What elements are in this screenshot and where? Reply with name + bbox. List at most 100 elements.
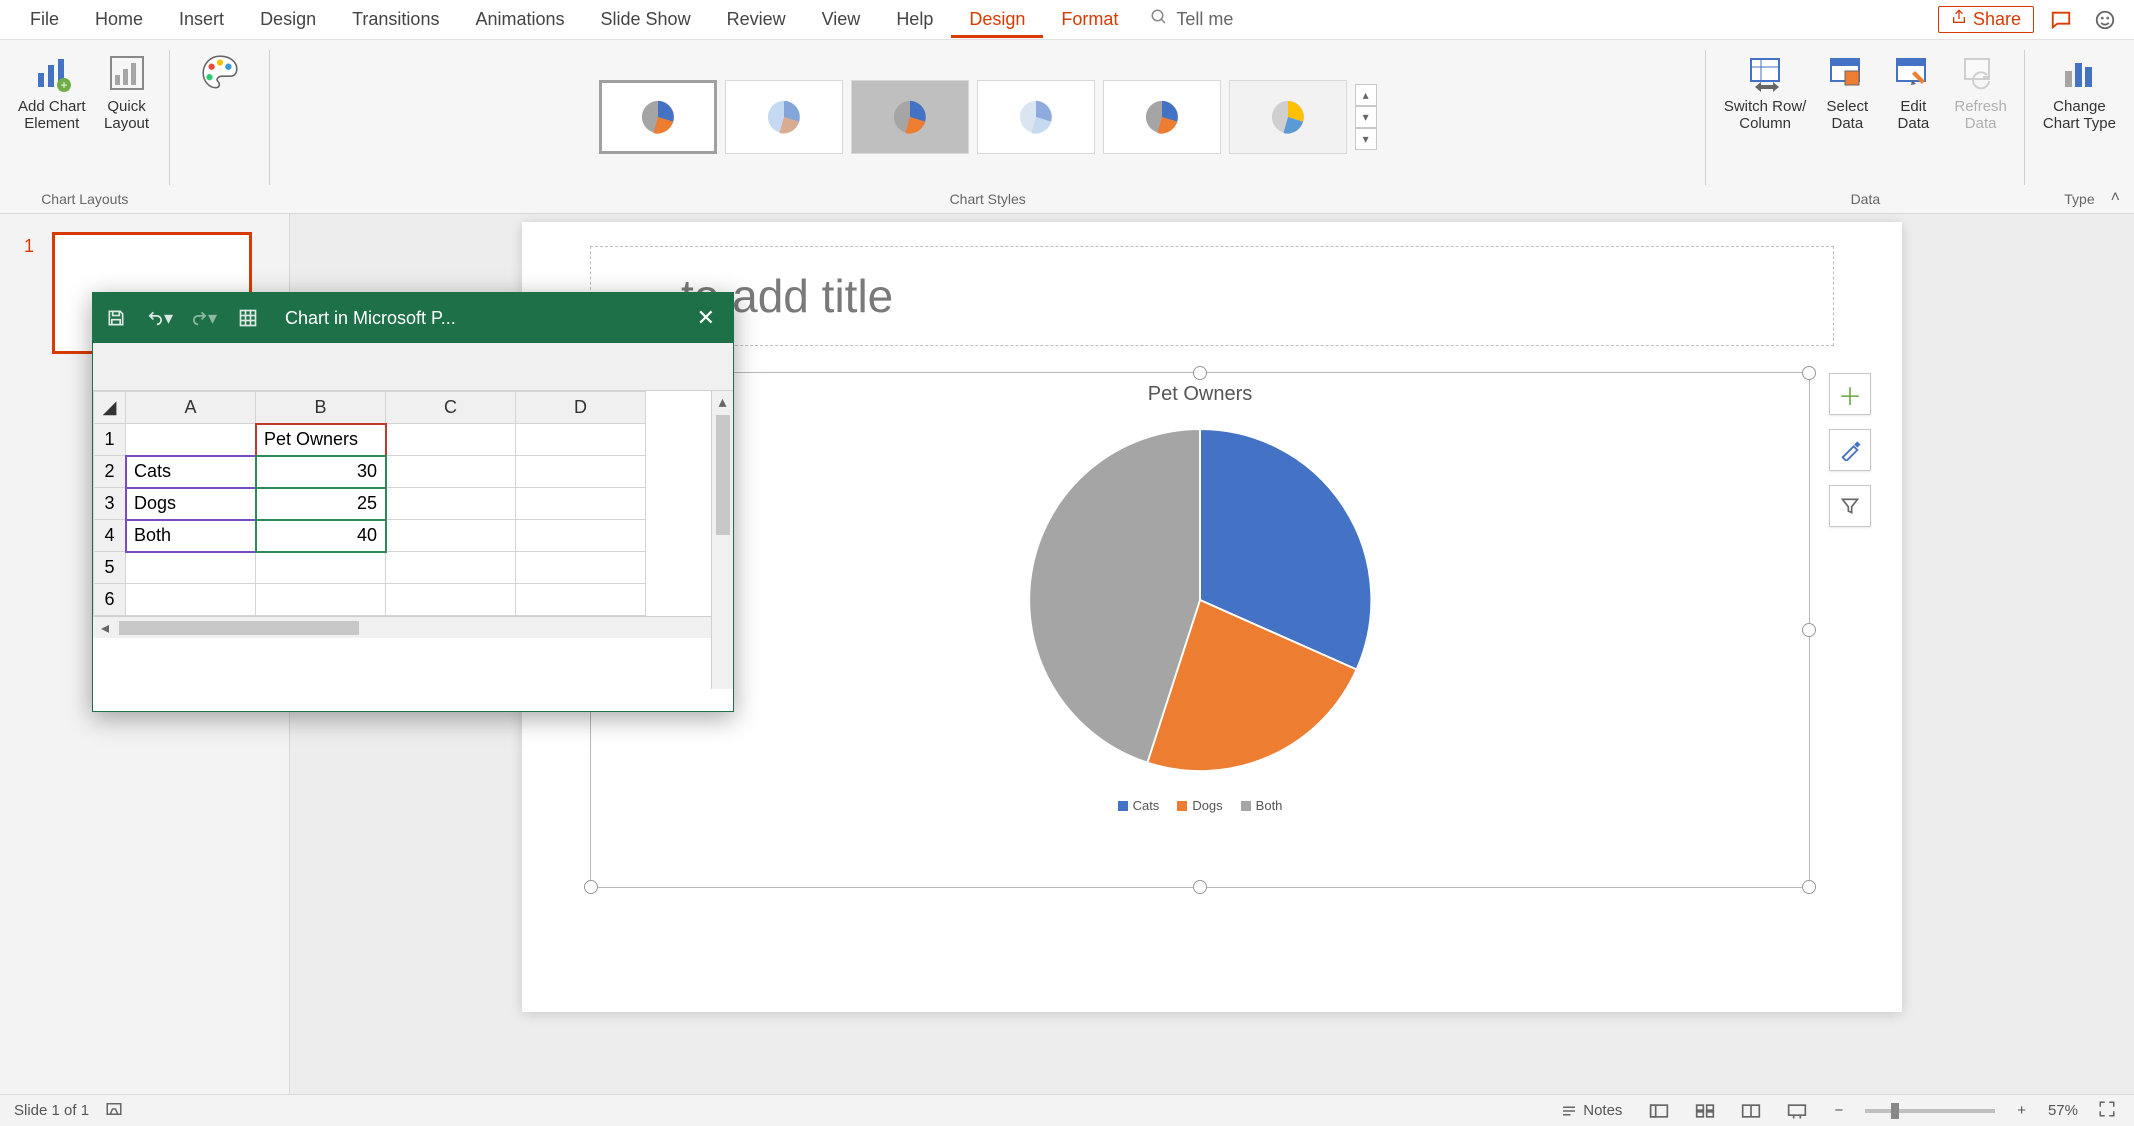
datasheet-horizontal-scrollbar[interactable]: ◂ ▸ [93,616,733,638]
resize-handle[interactable] [1802,880,1816,894]
menu-help[interactable]: Help [878,1,951,38]
close-button[interactable]: ✕ [689,301,723,335]
gallery-up-button[interactable]: ▴ [1355,84,1377,106]
cell[interactable]: 30 [256,456,386,488]
menu-slideshow[interactable]: Slide Show [583,1,709,38]
cell[interactable] [516,552,646,584]
redo-icon[interactable]: ▾ [191,305,217,331]
row-header[interactable]: 6 [94,584,126,616]
cell[interactable] [386,488,516,520]
tell-me-search[interactable]: Tell me [1136,8,1247,31]
chart-style-1[interactable] [599,80,717,154]
scroll-left-icon[interactable]: ◂ [93,618,117,638]
notes-toggle-button[interactable]: Notes [1554,1100,1628,1122]
cell[interactable] [516,424,646,456]
cell[interactable] [126,584,256,616]
add-chart-element-button[interactable]: + Add ChartElement [12,46,92,137]
row-header[interactable]: 3 [94,488,126,520]
cell[interactable]: Dogs [126,488,256,520]
chart-style-6[interactable] [1229,80,1347,154]
menu-view[interactable]: View [804,1,879,38]
change-chart-type-button[interactable]: ChangeChart Type [2037,46,2122,137]
scroll-up-icon[interactable]: ▴ [712,391,733,413]
chart-style-4[interactable] [977,80,1095,154]
menu-review[interactable]: Review [709,1,804,38]
cell[interactable] [386,456,516,488]
column-header-c[interactable]: C [386,392,516,424]
legend-item-both[interactable]: Both [1241,798,1283,813]
cell[interactable]: Cats [126,456,256,488]
menu-transitions[interactable]: Transitions [334,1,457,38]
cell[interactable]: Both [126,520,256,552]
column-header-d[interactable]: D [516,392,646,424]
zoom-slider[interactable] [1865,1109,1995,1113]
cell[interactable] [516,520,646,552]
gallery-down-button[interactable]: ▾ [1355,106,1377,128]
select-data-button[interactable]: SelectData [1816,46,1878,137]
slideshow-view-button[interactable] [1782,1100,1812,1122]
accessibility-icon[interactable] [105,1100,123,1122]
change-colors-button[interactable] [189,46,251,102]
menu-chart-design[interactable]: Design [951,1,1043,38]
chart-legend[interactable]: Cats Dogs Both [591,790,1809,813]
cell[interactable] [516,584,646,616]
refresh-data-button[interactable]: RefreshData [1948,46,2013,137]
row-header[interactable]: 1 [94,424,126,456]
menu-file[interactable]: File [12,1,77,38]
reading-view-button[interactable] [1736,1100,1766,1122]
resize-handle[interactable] [1802,623,1816,637]
cell[interactable]: 25 [256,488,386,520]
edit-data-button[interactable]: EditData [1882,46,1944,137]
fit-to-window-button[interactable] [2094,1100,2120,1122]
cell[interactable] [516,488,646,520]
comments-button[interactable] [2044,3,2078,37]
zoom-in-button[interactable]: + [2011,1102,2032,1119]
chart-styles-button[interactable] [1829,429,1871,471]
cell[interactable] [386,552,516,584]
normal-view-button[interactable] [1644,1100,1674,1122]
cell[interactable] [516,456,646,488]
slide-sorter-view-button[interactable] [1690,1100,1720,1122]
switch-row-column-button[interactable]: Switch Row/Column [1718,46,1813,137]
column-header-a[interactable]: A [126,392,256,424]
scroll-thumb[interactable] [716,415,730,535]
datasheet-grid-icon[interactable] [235,305,261,331]
cell[interactable] [386,424,516,456]
resize-handle[interactable] [584,880,598,894]
title-placeholder[interactable]: to add title [590,246,1834,346]
chart-elements-button[interactable]: ＋ [1829,373,1871,415]
pie-chart[interactable] [591,406,1809,790]
chart-filters-button[interactable] [1829,485,1871,527]
resize-handle[interactable] [1193,880,1207,894]
chart-style-5[interactable] [1103,80,1221,154]
menu-insert[interactable]: Insert [161,1,242,38]
undo-icon[interactable]: ▾ [147,305,173,331]
datasheet-vertical-scrollbar[interactable]: ▴ [711,391,733,689]
zoom-percent[interactable]: 57% [2048,1102,2078,1119]
feedback-smiley-button[interactable] [2088,3,2122,37]
cell[interactable] [256,584,386,616]
resize-handle[interactable] [1802,366,1816,380]
cell[interactable] [126,424,256,456]
cell[interactable] [126,552,256,584]
collapse-ribbon-button[interactable]: ˄ [2111,189,2120,207]
cell[interactable]: 40 [256,520,386,552]
chart-style-3[interactable] [851,80,969,154]
chart-object[interactable]: Pet Owners Cats Dogs Both [590,372,1810,888]
zoom-out-button[interactable]: − [1828,1102,1849,1119]
resize-handle[interactable] [1193,366,1207,380]
menu-design[interactable]: Design [242,1,334,38]
chart-style-2[interactable] [725,80,843,154]
legend-item-dogs[interactable]: Dogs [1177,798,1222,813]
scroll-thumb[interactable] [119,621,359,635]
row-header[interactable]: 2 [94,456,126,488]
save-icon[interactable] [103,305,129,331]
chart-datasheet-window[interactable]: ▾ ▾ Chart in Microsoft P... ✕ ◢ A B C D … [92,292,734,712]
row-header[interactable]: 4 [94,520,126,552]
select-all-corner[interactable]: ◢ [94,392,126,424]
menu-chart-format[interactable]: Format [1043,1,1136,38]
row-header[interactable]: 5 [94,552,126,584]
cell[interactable] [386,520,516,552]
cell[interactable]: Pet Owners [256,424,386,456]
zoom-slider-thumb[interactable] [1891,1103,1899,1119]
